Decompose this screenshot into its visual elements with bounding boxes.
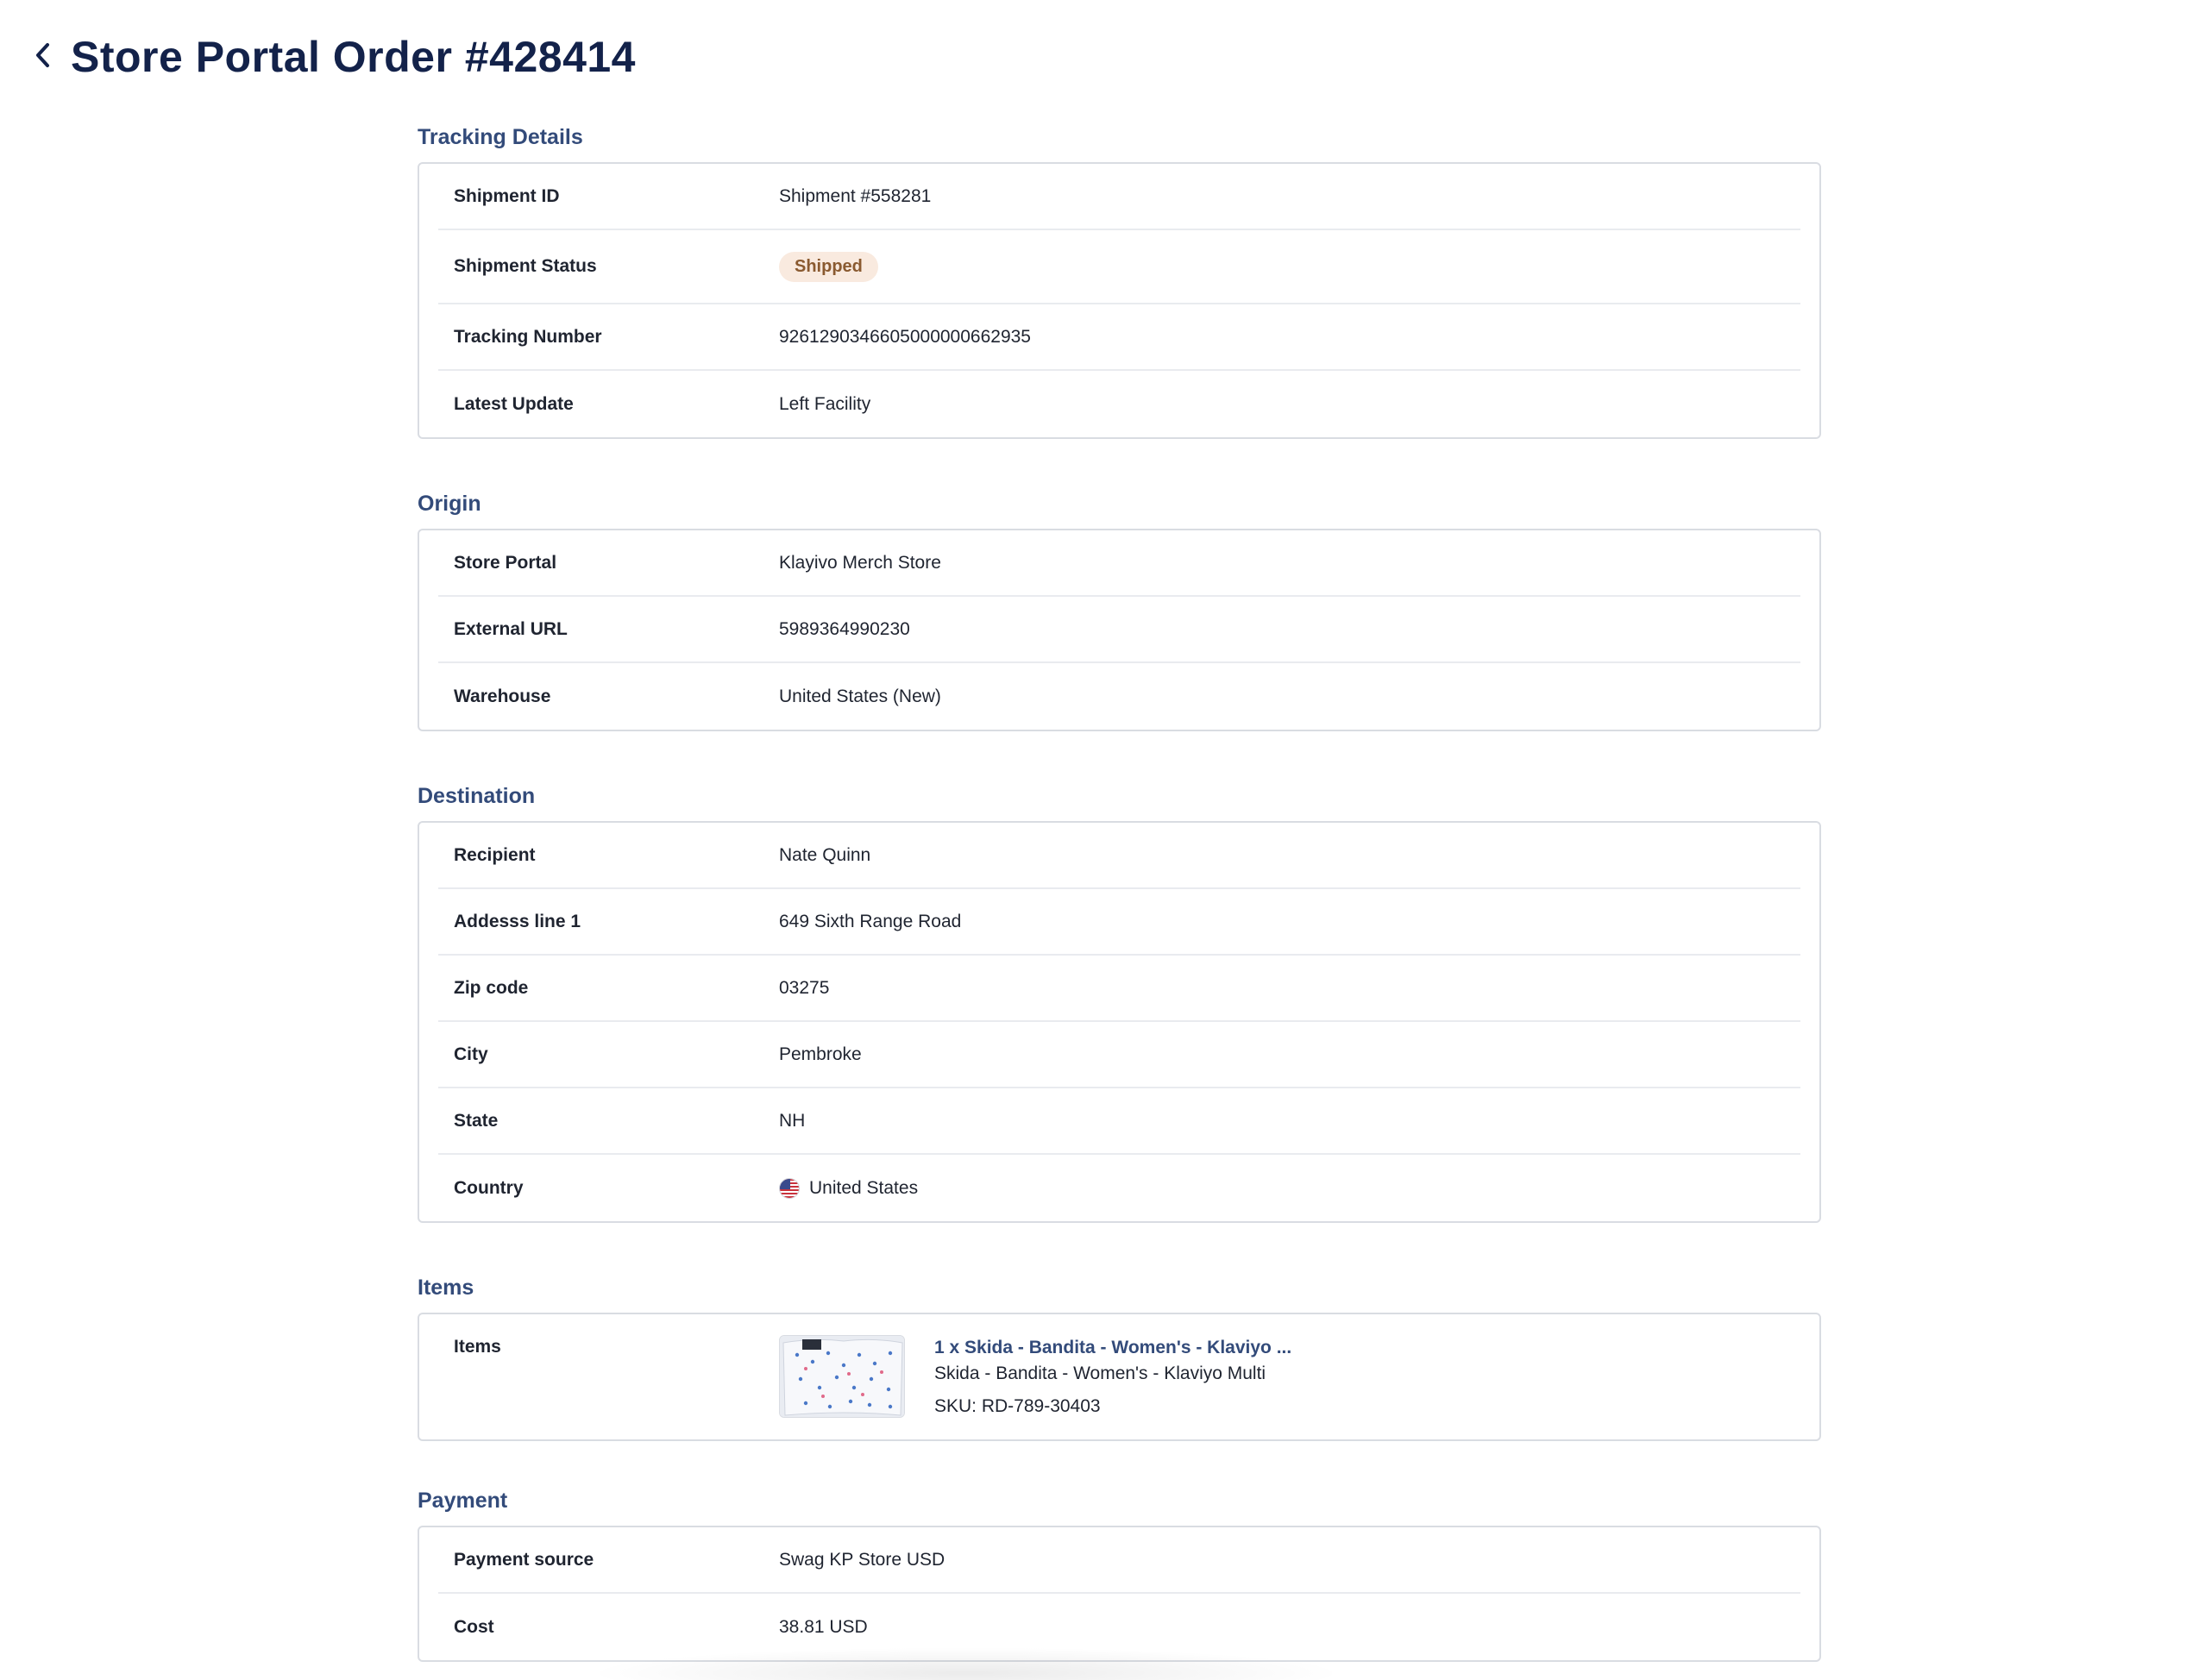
destination-section: Destination Recipient Nate Quinn Addesss… [418,781,1821,1223]
row-label: Warehouse [454,686,551,706]
warehouse-row: Warehouse United States (New) [438,663,1800,730]
row-label: Items [454,1337,501,1357]
country-name: United States [809,1177,919,1198]
row-label: Payment source [454,1549,594,1570]
shipment-status-row: Shipment Status Shipped [438,230,1800,304]
section-title: Items [418,1276,474,1300]
row-label: Zip code [454,977,529,998]
recipient-row: Recipient Nate Quinn [438,823,1800,889]
state-row: State NH [438,1088,1800,1155]
city-value: Pembroke [779,1044,862,1064]
back-button[interactable] [29,31,55,83]
address-value: 649 Sixth Range Road [779,911,962,931]
payment-source-row: Payment source Swag KP Store USD [438,1527,1800,1594]
payment-source-value: Swag KP Store USD [779,1549,945,1570]
tracking-card: Shipment ID Shipment #558281 Shipment St… [418,162,1821,439]
section-title: Origin [418,492,481,516]
us-flag-icon [779,1177,800,1199]
item-subtitle: Skida - Bandita - Women's - Klaviyo Mult… [934,1363,1266,1383]
zip-row: Zip code 03275 [438,956,1800,1022]
origin-card: Store Portal Klayivo Merch Store Externa… [418,529,1821,731]
row-label: Recipient [454,844,536,865]
row-label: City [454,1044,488,1064]
tracking-number-row: Tracking Number 926129034660500000066293… [438,304,1800,371]
shipment-id-value: Shipment #558281 [779,185,932,206]
row-label: External URL [454,618,568,639]
row-label: Shipment Status [454,256,597,276]
cost-value: 38.81 USD [779,1616,868,1637]
status-badge: Shipped [779,251,878,282]
external-url-row: External URL 5989364990230 [438,597,1800,663]
item-sku: SKU: RD-789-30403 [934,1396,1101,1416]
row-label: State [454,1110,499,1131]
shipment-id-row: Shipment ID Shipment #558281 [438,164,1800,230]
latest-update-row: Latest Update Left Facility [438,371,1800,437]
destination-card: Recipient Nate Quinn Addesss line 1 649 … [418,821,1821,1223]
order-details: Tracking Details Shipment ID Shipment #5… [418,122,1821,1662]
page-title: Store Portal Order #428414 [71,33,636,81]
page-header: Store Portal Order #428414 [29,31,636,83]
city-row: City Pembroke [438,1022,1800,1088]
row-label: Addesss line 1 [454,911,581,931]
section-title: Destination [418,784,536,808]
tracking-section: Tracking Details Shipment ID Shipment #5… [418,122,1821,439]
item-row: Items 1 x Skida - Bandita - Women's - Kl… [438,1314,1800,1439]
item-info: 1 x Skida - Bandita - Women's - Klaviyo … [934,1335,1291,1420]
items-section: Items Items 1 x Skida - Bandita - Women'… [418,1273,1821,1441]
chevron-left-icon [35,42,50,72]
recipient-value: Nate Quinn [779,844,871,865]
address-row: Addesss line 1 649 Sixth Range Road [438,889,1800,956]
row-label: Shipment ID [454,185,560,206]
country-row: Country United States [438,1155,1800,1221]
store-portal-value: Klayivo Merch Store [779,552,941,573]
payment-card: Payment source Swag KP Store USD Cost 38… [418,1526,1821,1662]
row-label: Country [454,1177,524,1198]
country-value: United States [779,1177,919,1199]
row-label: Latest Update [454,393,574,414]
latest-update-value: Left Facility [779,393,871,414]
row-label: Store Portal [454,552,557,573]
shipment-status-value: Shipped [779,251,878,282]
tracking-number-link[interactable]: 9261290346605000000662935 [779,327,1031,348]
items-card: Items 1 x Skida - Bandita - Women's - Kl… [418,1313,1821,1441]
item-title-link[interactable]: 1 x Skida - Bandita - Women's - Klaviyo … [934,1335,1291,1361]
state-value: NH [779,1110,806,1131]
product-image[interactable] [779,1335,905,1418]
store-portal-row: Store Portal Klayivo Merch Store [438,530,1800,597]
origin-section: Origin Store Portal Klayivo Merch Store … [418,489,1821,731]
warehouse-value: United States (New) [779,686,941,706]
bottom-shadow [587,1647,1346,1680]
page: Store Portal Order #428414 Tracking Deta… [0,0,2205,1680]
external-url-link[interactable]: 5989364990230 [779,619,910,640]
section-title: Tracking Details [418,125,583,149]
payment-section: Payment Payment source Swag KP Store USD… [418,1486,1821,1662]
row-label: Tracking Number [454,326,602,347]
row-label: Cost [454,1616,494,1637]
zip-value: 03275 [779,977,830,998]
section-title: Payment [418,1489,508,1513]
